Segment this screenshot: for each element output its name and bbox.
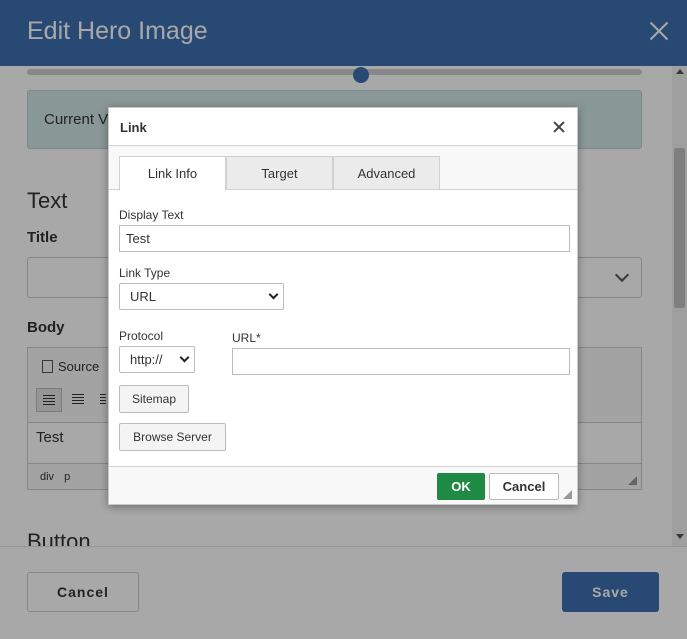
chevron-down-icon [268,289,279,300]
ok-button[interactable]: OK [437,473,485,500]
dialog-cancel-button[interactable]: Cancel [489,473,559,500]
protocol-label: Protocol [119,329,164,343]
tab-link-info[interactable]: Link Info [119,156,226,191]
dialog-footer: OK Cancel [109,466,577,504]
link-type-label: Link Type [119,266,171,280]
protocol-value: http:// [130,352,163,367]
tab-target[interactable]: Target [226,156,333,190]
dialog-tabs: Link Info Target Advanced [109,146,577,191]
dialog-title: Link [120,120,147,135]
resize-grip-icon[interactable] [563,490,572,499]
display-text-input[interactable]: Test [119,225,570,252]
sitemap-button[interactable]: Sitemap [119,385,189,413]
link-type-select[interactable]: URL [119,283,284,310]
display-text-label: Display Text [119,208,184,222]
link-dialog: Link Link Info Target Advanced Display T… [108,107,578,505]
tab-advanced[interactable]: Advanced [333,156,440,190]
close-icon[interactable] [553,121,565,133]
url-label: URL* [232,331,261,345]
link-type-value: URL [130,289,157,304]
chevron-down-icon [179,352,190,363]
browse-server-button[interactable]: Browse Server [119,423,226,451]
dialog-titlebar[interactable]: Link [109,108,577,146]
url-input[interactable] [232,348,570,375]
protocol-select[interactable]: http:// [119,346,195,373]
